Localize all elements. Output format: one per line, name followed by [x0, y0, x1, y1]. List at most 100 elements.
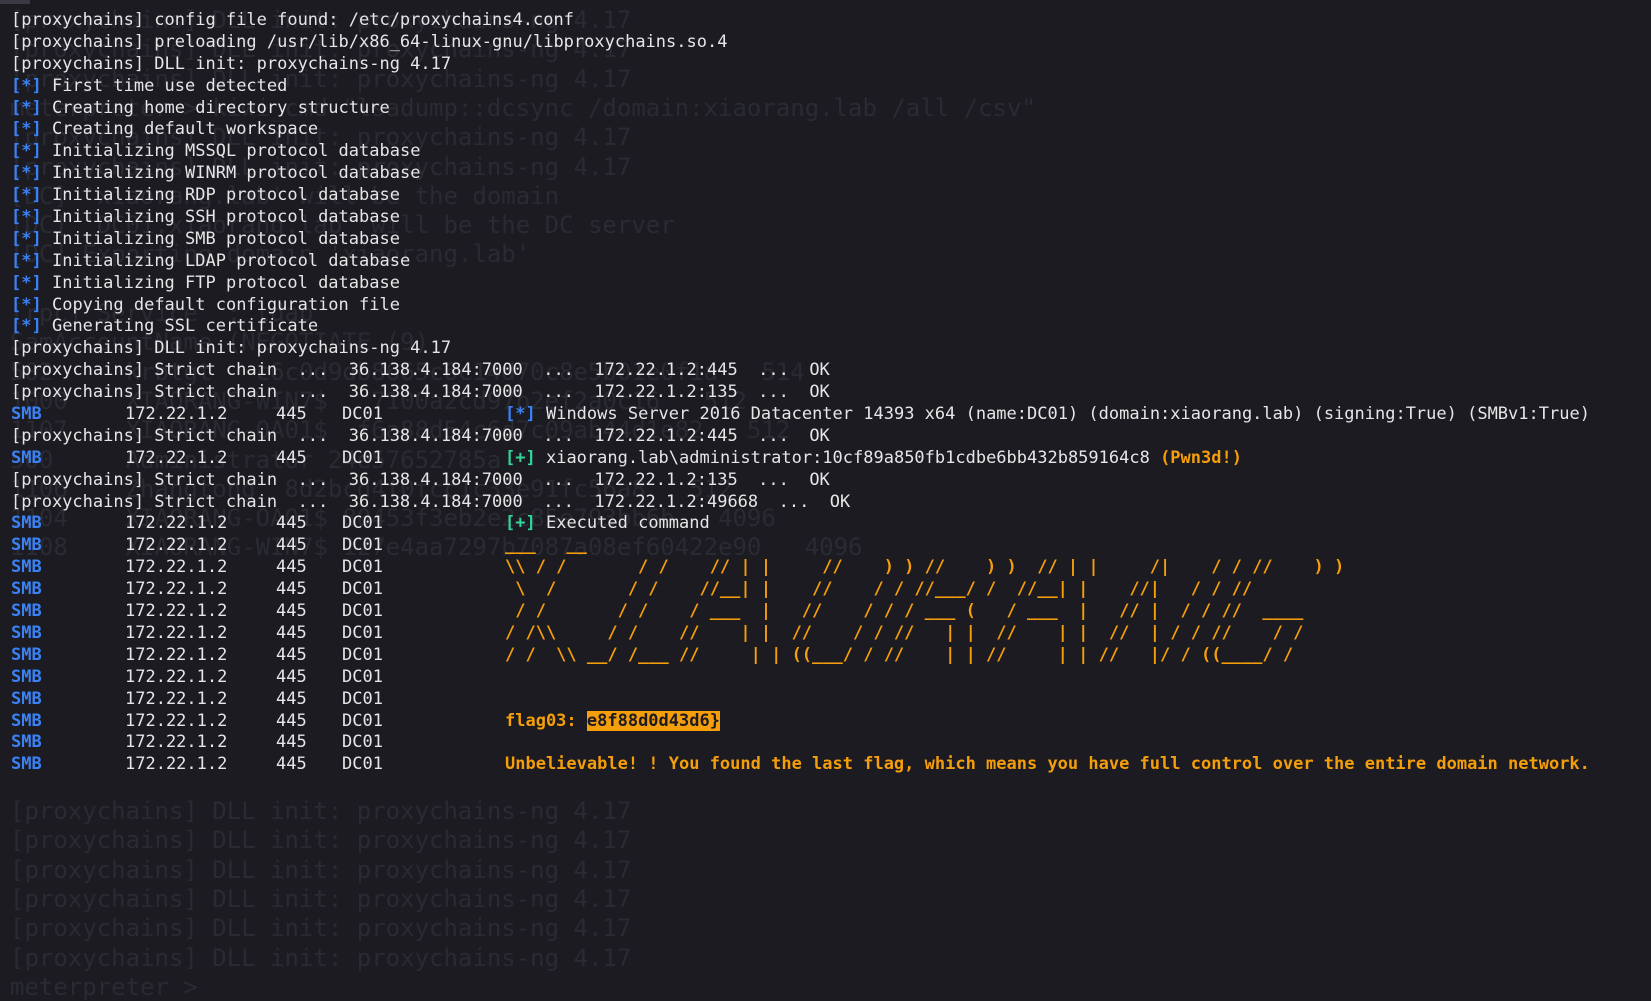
- info-line: [*] Initializing SSH protocol database: [11, 207, 1641, 229]
- pwned-badge: (Pwn3d!): [1160, 447, 1242, 468]
- info-line: [*] Initializing MSSQL protocol database: [11, 141, 1641, 163]
- proxychains-text: [proxychains] preloading /usr/lib/x86_64…: [11, 31, 728, 52]
- info-marker: [*]: [11, 163, 42, 184]
- smb-port: 445: [276, 732, 307, 753]
- smb-hostname: DC01: [342, 579, 383, 600]
- info-text: Initializing FTP protocol database: [51, 272, 400, 293]
- smb-protocol: SMB: [11, 535, 42, 556]
- terminal-output[interactable]: [proxychains] config file found: /etc/pr…: [11, 10, 1641, 776]
- proxychains-text: [proxychains] DLL init: proxychains-ng 4…: [11, 53, 452, 74]
- smb-ip: 172.22.1.2: [125, 579, 228, 600]
- smb-row: SMB 172.22.1.2 445 DC01 \ / / / //__| | // …: [11, 579, 1641, 601]
- smb-protocol: SMB: [11, 513, 42, 534]
- smb-hostname: DC01: [342, 622, 383, 643]
- info-line: [*] Copying default configuration file: [11, 295, 1641, 317]
- smb-ip: 172.22.1.2: [125, 710, 228, 731]
- smb-port: 445: [276, 666, 307, 687]
- proxychains-chain-line: [proxychains] Strict chain ... 36.138.4.…: [11, 492, 1641, 514]
- info-marker: [*]: [11, 294, 42, 315]
- ghost-line: [proxychains] DLL init: proxychains-ng 4…: [10, 885, 632, 913]
- smb-protocol: SMB: [11, 732, 42, 753]
- proxychains-line: [proxychains] DLL init: proxychains-ng 4…: [11, 338, 1641, 360]
- proxychains-line: [proxychains] preloading /usr/lib/x86_64…: [11, 32, 1641, 54]
- smb-row: SMB 172.22.1.2 445 DC01 [+] Executed command: [11, 513, 1641, 535]
- smb-ip: 172.22.1.2: [125, 666, 228, 687]
- ghost-line: [proxychains] DLL init: proxychains-ng 4…: [10, 826, 632, 855]
- final-message: Unbelievable! ! You found the last flag,…: [505, 754, 1590, 775]
- smb-hostname: DC01: [342, 447, 383, 468]
- smb-os-info: Windows Server 2016 Datacenter 14393 x64…: [545, 404, 1590, 425]
- smb-row: SMB 172.22.1.2 445 DC01: [11, 689, 1641, 711]
- smb-protocol: SMB: [11, 754, 42, 775]
- smb-row: SMB 172.22.1.2 445 DC01 [+] xiaorang.lab\adm…: [11, 448, 1641, 470]
- proxychains-chain-text: [proxychains] Strict chain ... 36.138.4.…: [11, 469, 830, 490]
- smb-row: SMB 172.22.1.2 445 DC01 \\ / / / / // | | //…: [11, 557, 1641, 579]
- ghost-line: [proxychains] DLL init: proxychains-ng 4…: [10, 855, 632, 884]
- smb-hostname: DC01: [342, 732, 383, 753]
- smb-row: SMB 172.22.1.2 445 DC01 ___ __: [11, 535, 1641, 557]
- ascii-art-line: ___ __: [505, 535, 587, 556]
- info-marker: [*]: [11, 316, 42, 337]
- smb-hostname: DC01: [342, 710, 383, 731]
- proxychains-chain-text: [proxychains] Strict chain ... 36.138.4.…: [11, 491, 851, 512]
- smb-port: 445: [276, 447, 307, 468]
- smb-protocol: SMB: [11, 622, 42, 643]
- proxychains-chain-text: [proxychains] Strict chain ... 36.138.4.…: [11, 425, 830, 446]
- smb-hostname: DC01: [342, 557, 383, 578]
- smb-port: 445: [276, 644, 307, 665]
- smb-port: 445: [276, 513, 307, 534]
- success-marker: [+]: [505, 447, 536, 468]
- smb-hostname: DC01: [342, 688, 383, 709]
- info-line: [*] Creating default workspace: [11, 119, 1641, 141]
- smb-protocol: SMB: [11, 579, 42, 600]
- ghost-line: [proxychains] DLL init: proxychains-ng 4…: [10, 797, 632, 826]
- executed-command-text: Executed command: [545, 513, 710, 534]
- info-text: Creating home directory structure: [51, 97, 390, 118]
- smb-ip: 172.22.1.2: [125, 447, 228, 468]
- info-marker: [*]: [11, 207, 42, 228]
- info-marker: [*]: [11, 185, 42, 206]
- proxychains-chain-line: [proxychains] Strict chain ... 36.138.4.…: [11, 470, 1641, 492]
- smb-port: 445: [276, 557, 307, 578]
- smb-row: SMB 172.22.1.2 445 DC01 / / / / / ___ | // …: [11, 601, 1641, 623]
- info-line: [*] Initializing SMB protocol database: [11, 229, 1641, 251]
- smb-login-hash: xiaorang.lab\administrator:10cf89a850fb1…: [545, 447, 1161, 468]
- info-line: [*] Initializing LDAP protocol database: [11, 251, 1641, 273]
- smb-protocol: SMB: [11, 710, 42, 731]
- ascii-art-line: \\ / / / / // | | // ) ) // ) ) // | | /…: [505, 557, 1345, 578]
- success-marker: [+]: [505, 513, 536, 534]
- smb-hostname: DC01: [342, 404, 383, 425]
- info-text: Copying default configuration file: [51, 294, 400, 315]
- proxychains-chain-line: [proxychains] Strict chain ... 36.138.4.…: [11, 360, 1641, 382]
- smb-hostname: DC01: [342, 666, 383, 687]
- smb-hostname: DC01: [342, 535, 383, 556]
- smb-ip: 172.22.1.2: [125, 513, 228, 534]
- smb-row: SMB 172.22.1.2 445 DC01 flag03: e8f88d0d43d6…: [11, 710, 1641, 733]
- info-marker: [*]: [11, 141, 42, 162]
- smb-port: 445: [276, 535, 307, 556]
- proxychains-chain-text: [proxychains] Strict chain ... 36.138.4.…: [11, 360, 830, 381]
- info-line: [*] Creating home directory structure: [11, 98, 1641, 120]
- proxychains-chain-text: [proxychains] Strict chain ... 36.138.4.…: [11, 382, 830, 403]
- smb-row: SMB 172.22.1.2 445 DC01 Unbelievable! ! You …: [11, 754, 1641, 776]
- proxychains-line: [proxychains] config file found: /etc/pr…: [11, 10, 1641, 32]
- info-marker: [*]: [11, 119, 42, 140]
- ascii-art-line: / / \\ __/ /___ // | | ((___/ / // | | /…: [505, 644, 1294, 665]
- smb-hostname: DC01: [342, 601, 383, 622]
- smb-port: 445: [276, 601, 307, 622]
- info-line: [*] Initializing WINRM protocol database: [11, 163, 1641, 185]
- info-text: Initializing RDP protocol database: [51, 185, 400, 206]
- smb-port: 445: [276, 579, 307, 600]
- smb-hostname: DC01: [342, 754, 383, 775]
- smb-row: SMB 172.22.1.2 445 DC01: [11, 732, 1641, 754]
- smb-port: 445: [276, 754, 307, 775]
- proxychains-chain-line: [proxychains] Strict chain ... 36.138.4.…: [11, 382, 1641, 404]
- ghost-line: [proxychains] DLL init: proxychains-ng 4…: [10, 914, 632, 943]
- smb-hostname: DC01: [342, 513, 383, 534]
- smb-port: 445: [276, 404, 307, 425]
- info-marker: [*]: [11, 272, 42, 293]
- info-marker: [*]: [11, 228, 42, 249]
- smb-protocol: SMB: [11, 601, 42, 622]
- smb-port: 445: [276, 688, 307, 709]
- ascii-art-line: \ / / / //__| | // / / //___/ / //__| | …: [505, 579, 1253, 600]
